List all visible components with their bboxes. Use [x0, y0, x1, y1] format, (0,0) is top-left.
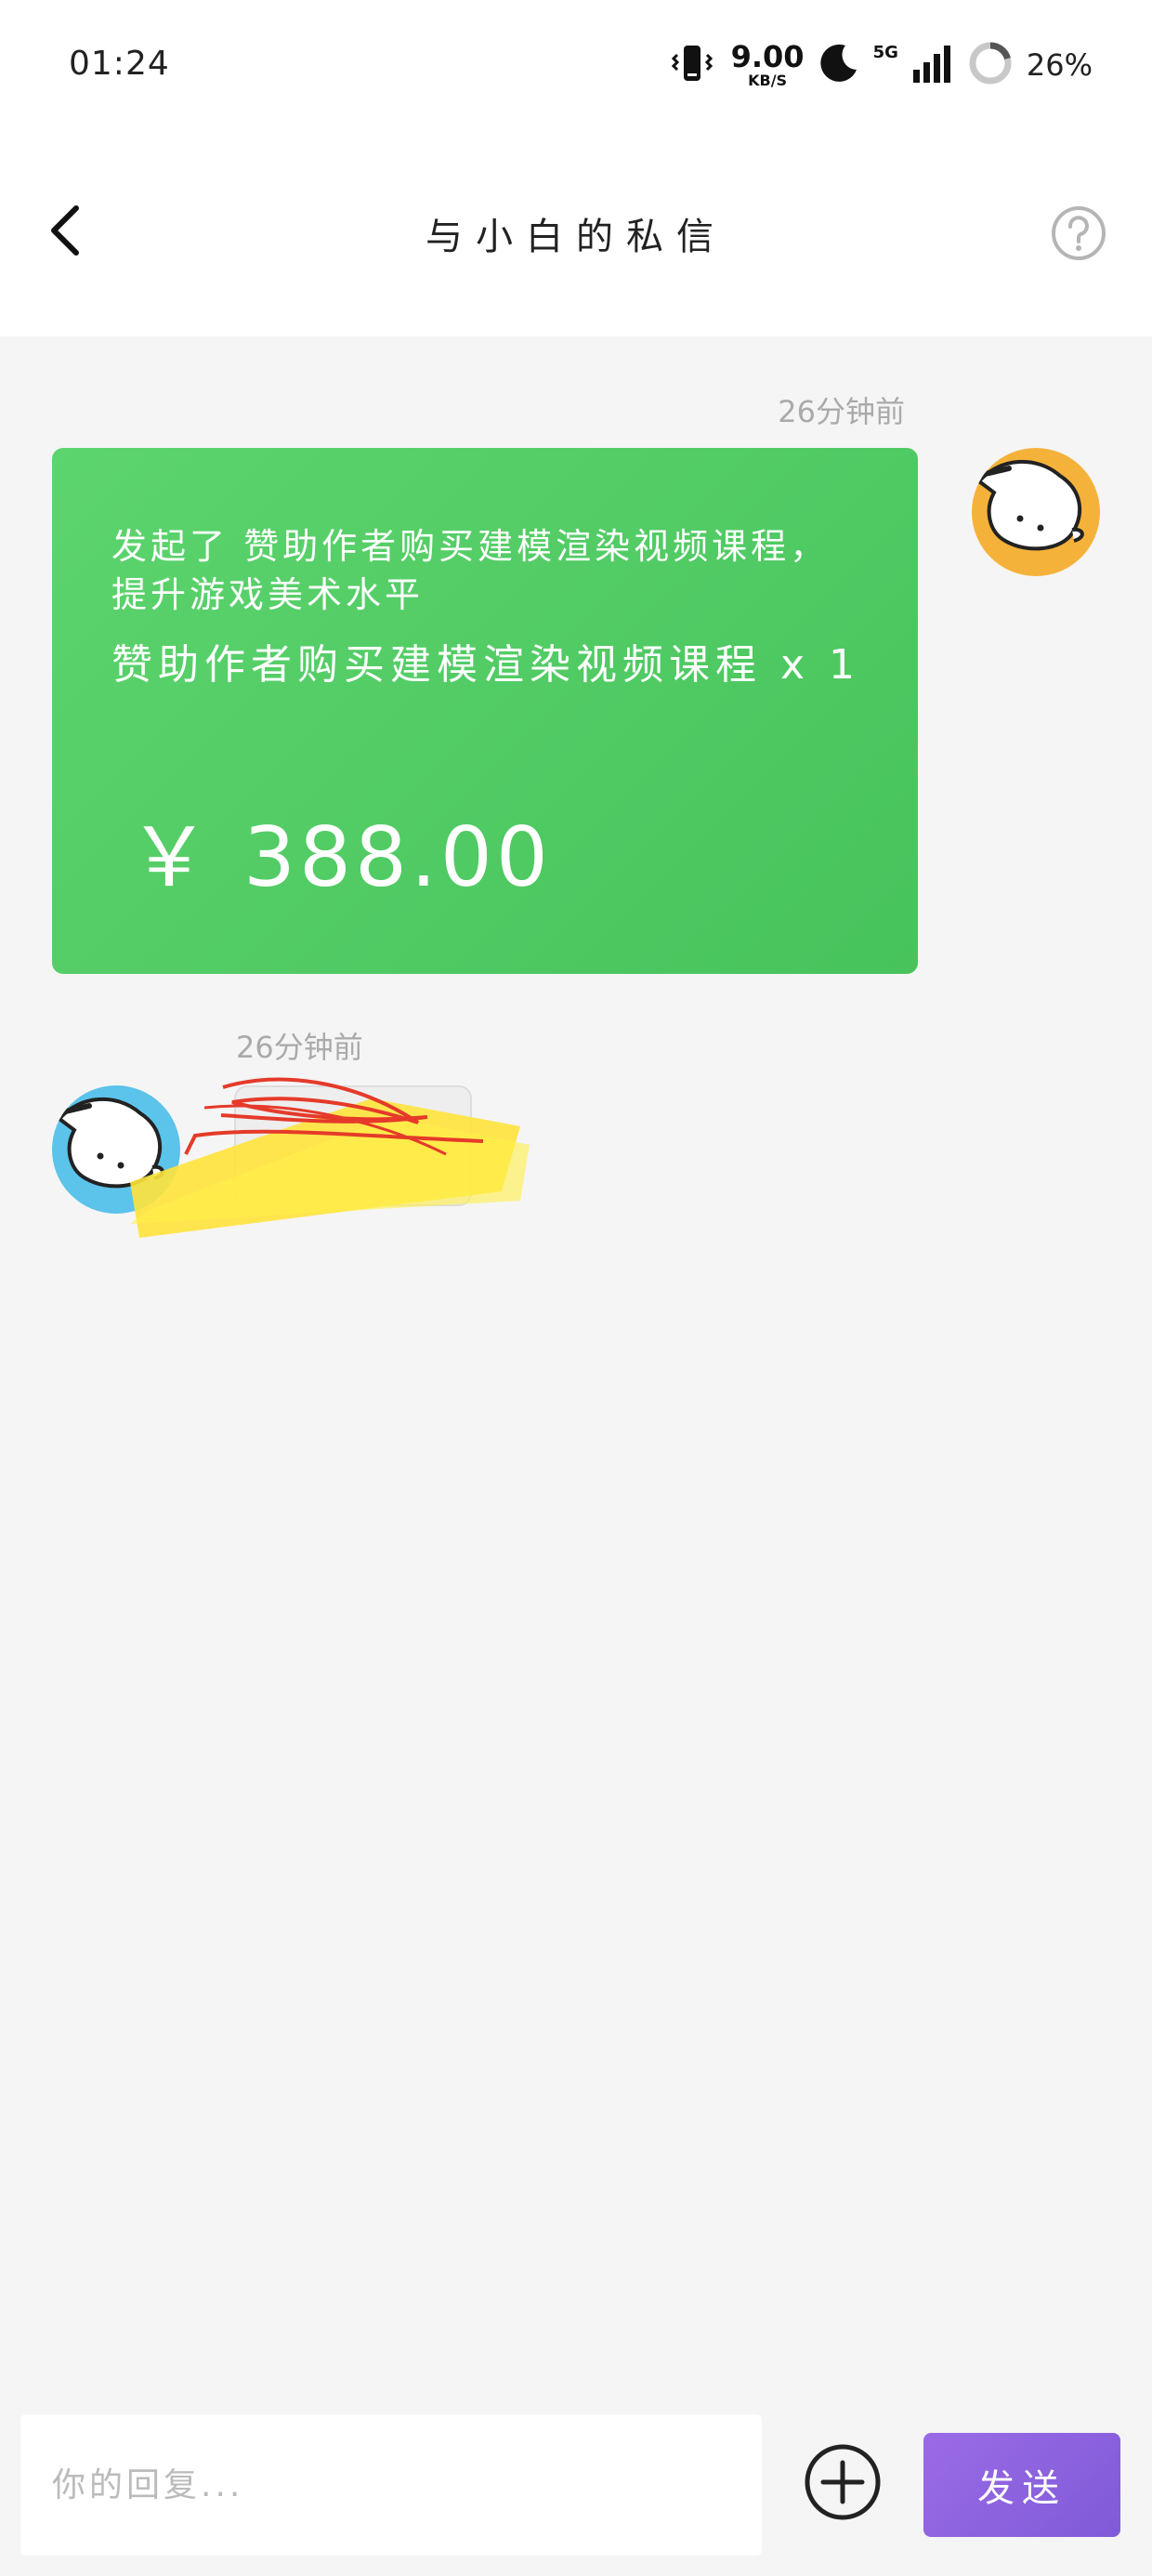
help-circle-icon: [1050, 206, 1107, 266]
gift-message-card[interactable]: 发起了 赞助作者购买建模渲染视频课程，提升游戏美术水平 赞助作者购买建模渲染视频…: [52, 448, 918, 974]
vibrate-icon: [671, 42, 713, 88]
moon-icon: [818, 42, 860, 88]
net-speed-unit: KB/S: [748, 72, 788, 89]
chat-area[interactable]: 26分钟前 发起了 赞助作者购买建模渲染视频课程，提升游戏美术水平 赞助作者购买…: [0, 336, 1152, 2409]
face-icon: [55, 1097, 164, 1189]
status-bar: 01:24 9.00 KB/S 5G 26%: [0, 0, 1152, 130]
attach-button[interactable]: [803, 2442, 883, 2522]
net-speed: 9.00 KB/S: [731, 42, 805, 88]
battery-percent: 26%: [1026, 47, 1093, 83]
help-button[interactable]: [1050, 204, 1107, 262]
reply-message-bubble[interactable]: [234, 1085, 472, 1206]
reply-input[interactable]: [20, 2414, 762, 2556]
gift-price: ￥ 388.00: [128, 809, 552, 905]
battery-ring-icon: [967, 40, 1014, 90]
net-speed-value: 9.00: [730, 39, 805, 74]
plus-circle-icon: [803, 2444, 883, 2526]
message-timestamp: 26分钟前: [236, 1030, 363, 1065]
self-avatar[interactable]: [972, 448, 1100, 576]
message-timestamp: 26分钟前: [778, 394, 905, 429]
network-type: 5G: [872, 42, 898, 62]
gift-item: 赞助作者购买建模渲染视频课程 x 1: [111, 641, 861, 689]
page-title: 与小白的私信: [425, 216, 727, 258]
signal-icon: [911, 42, 954, 88]
status-time: 01:24: [69, 45, 170, 83]
input-bar: 发送: [0, 2409, 1152, 2576]
gift-description: 发起了 赞助作者购买建模渲染视频课程，提升游戏美术水平: [111, 526, 830, 615]
title-bar: 与小白的私信: [0, 130, 1152, 336]
send-button[interactable]: 发送: [923, 2433, 1120, 2537]
status-icons: 9.00 KB/S 5G 26%: [671, 37, 1093, 93]
other-avatar[interactable]: [52, 1085, 180, 1214]
face-icon: [975, 459, 1084, 551]
